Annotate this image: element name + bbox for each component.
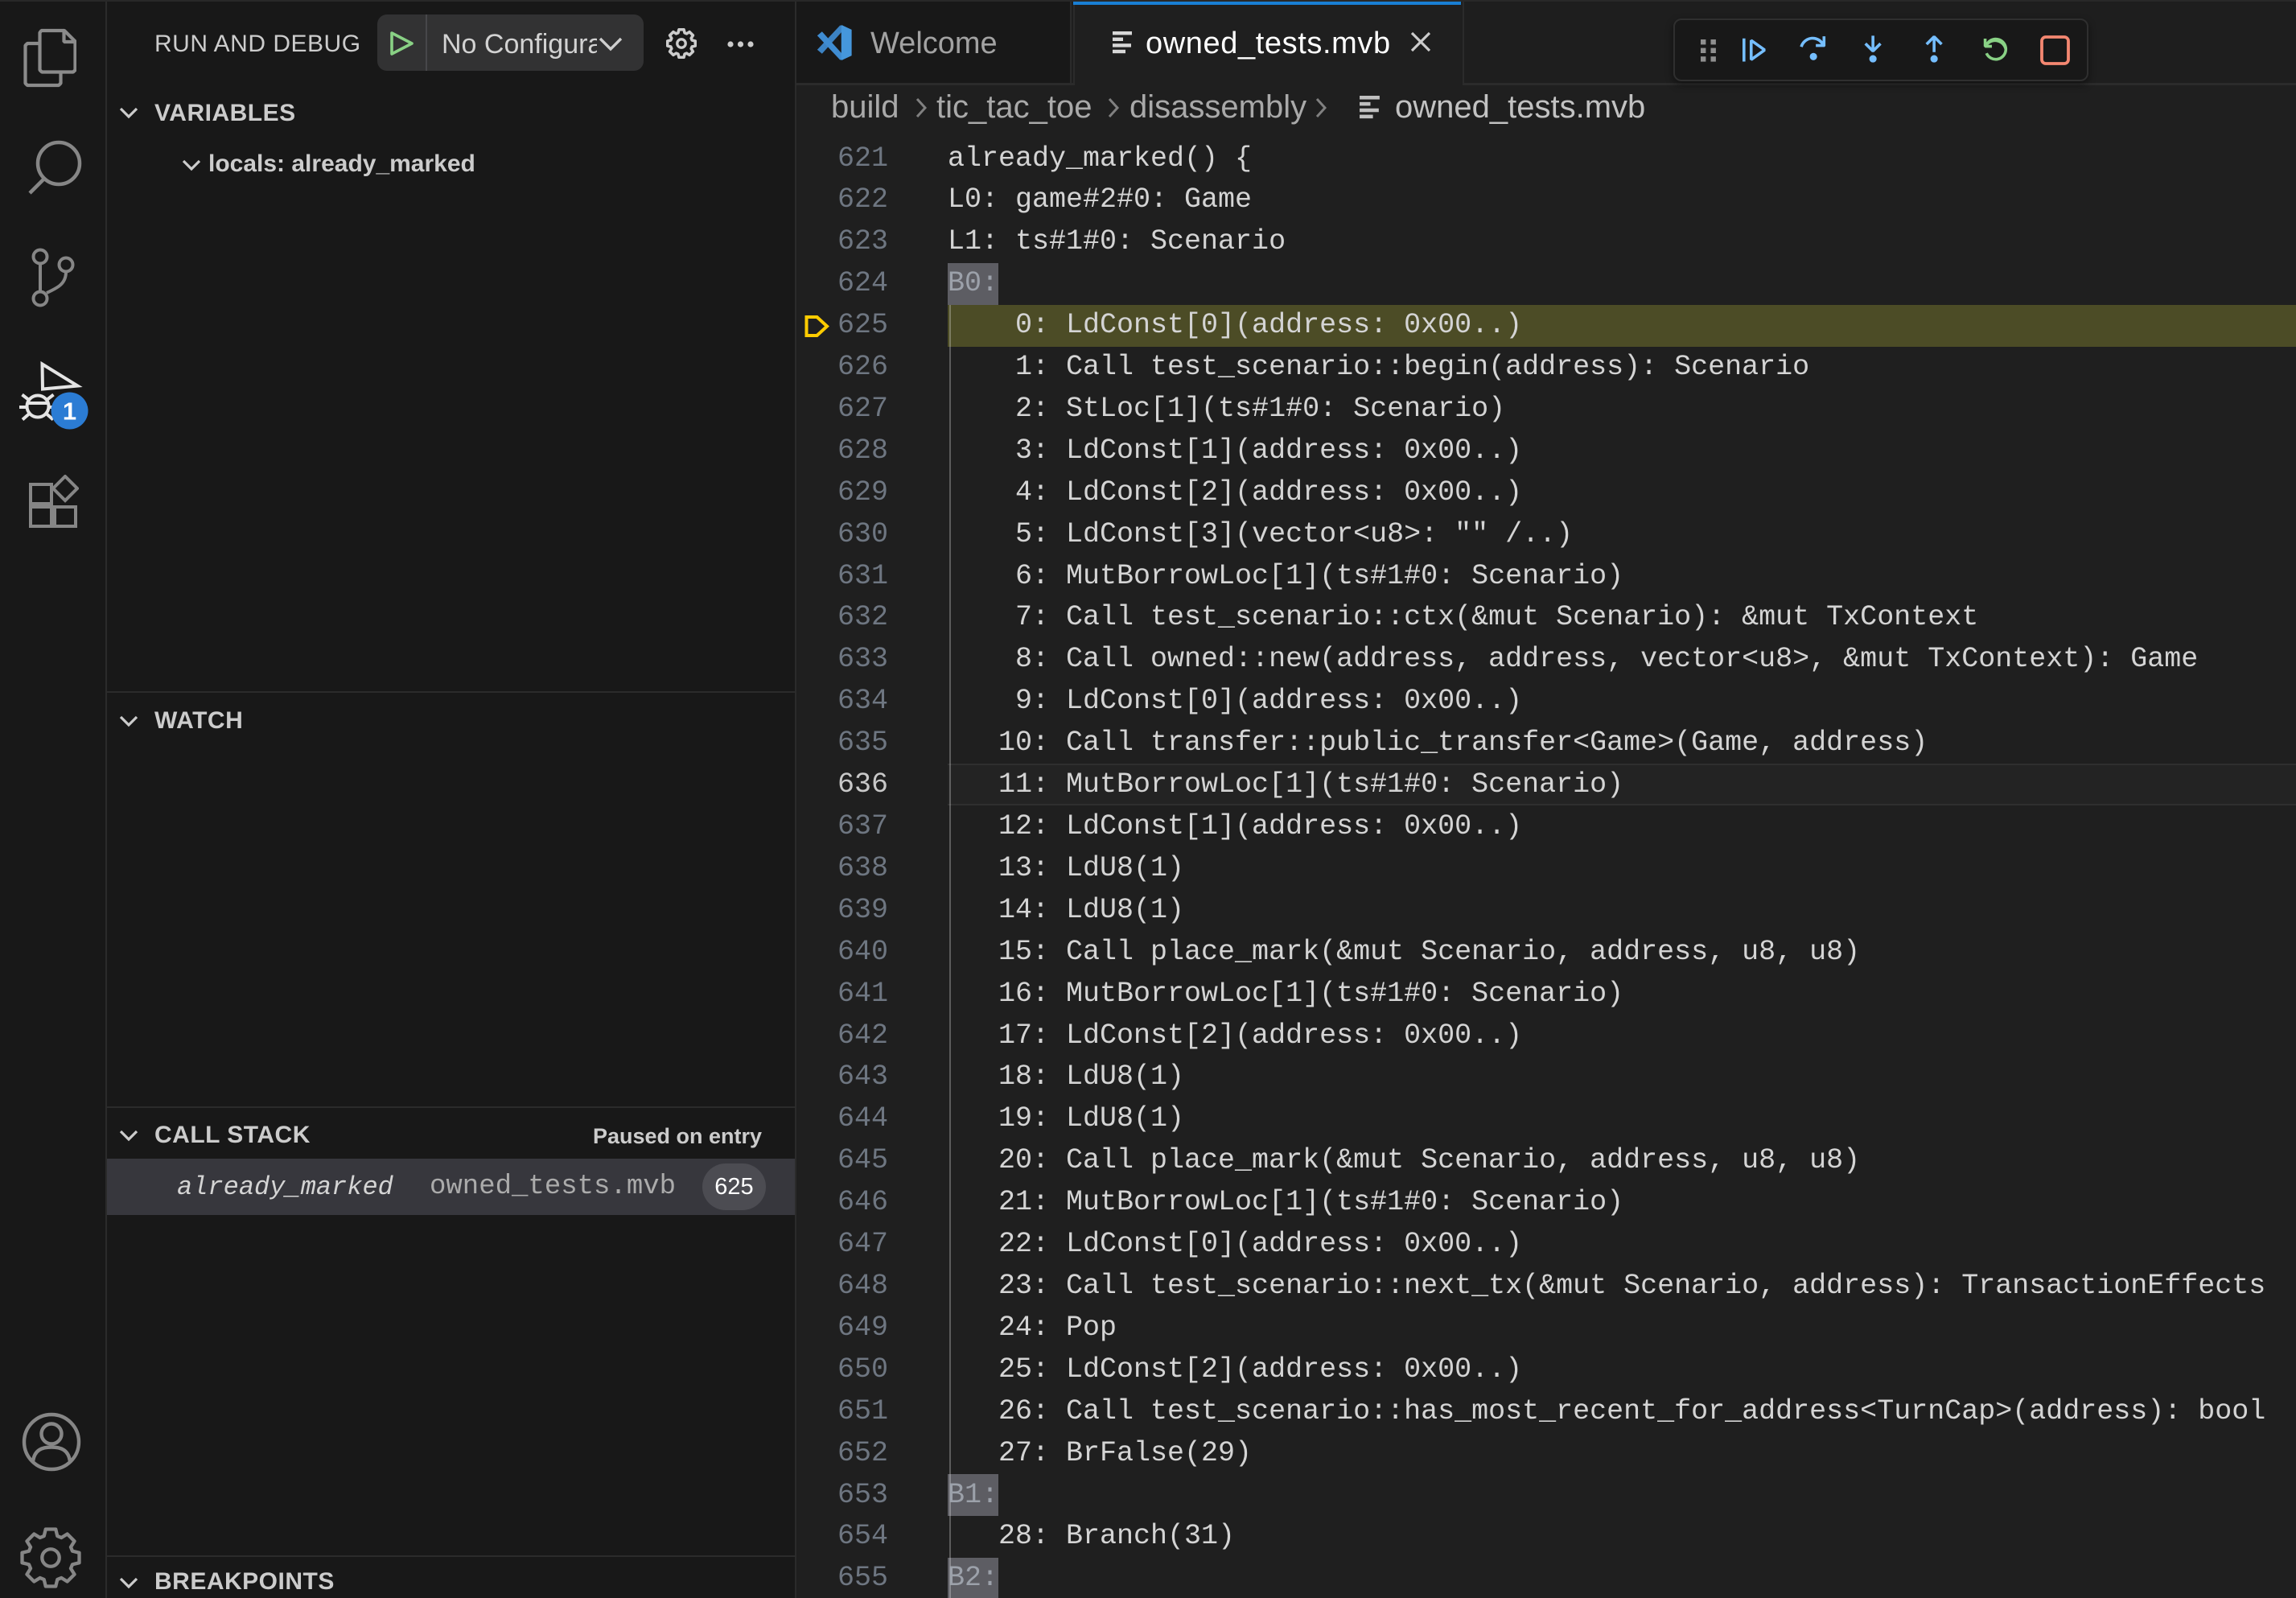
svg-text:1: 1 (63, 397, 76, 426)
